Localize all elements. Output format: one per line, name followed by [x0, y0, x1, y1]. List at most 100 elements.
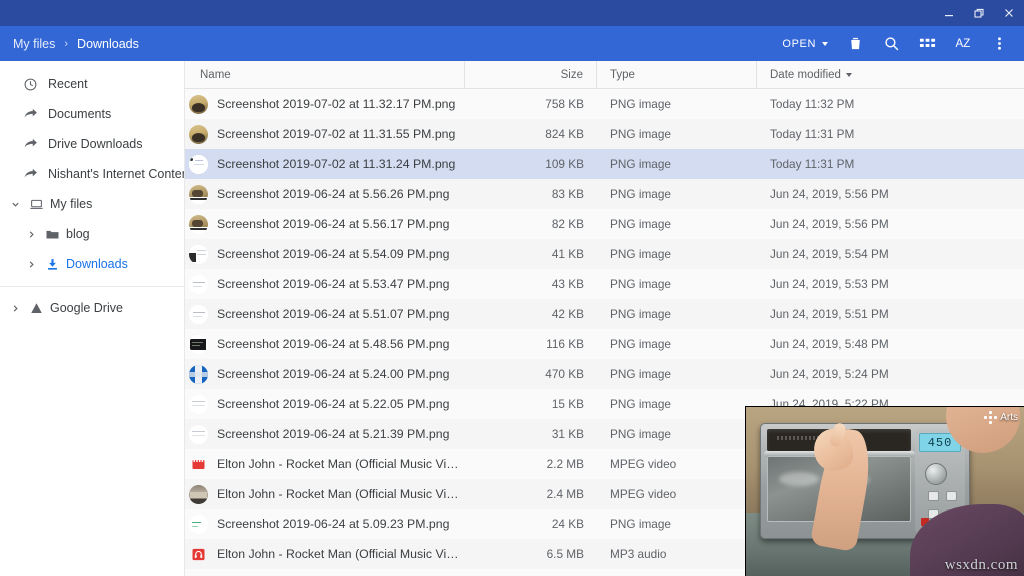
sort-az-icon[interactable]: AZ — [946, 27, 980, 61]
video-file-icon — [189, 457, 208, 472]
cell-date-modified: Jun 24, 2019, 5:48 PM — [757, 337, 1024, 351]
cell-type: PNG image — [597, 337, 757, 351]
delete-icon[interactable] — [838, 27, 872, 61]
cell-name: Screenshot 2019-07-02 at 11.31.24 PM.png — [185, 155, 465, 174]
sidebar-item-my-files[interactable]: My files — [0, 189, 184, 219]
table-row[interactable]: Screenshot 2019-06-24 at 5.48.56 PM.png1… — [185, 329, 1024, 359]
file-thumbnail-icon — [189, 245, 208, 264]
file-name-label: Screenshot 2019-06-24 at 5.09.23 PM.png — [217, 517, 449, 531]
video-preview-overlay[interactable]: 450 — [745, 406, 1024, 576]
chevron-right-icon[interactable] — [24, 260, 38, 269]
file-name-label: Elton John - Rocket Man (Official Music … — [217, 457, 465, 471]
cell-size: 758 KB — [465, 97, 597, 111]
grid-view-icon[interactable] — [910, 27, 944, 61]
column-header-size[interactable]: Size — [465, 61, 597, 89]
sidebar-item-documents[interactable]: Documents — [0, 99, 184, 129]
sidebar-item-label: Drive Downloads — [48, 137, 142, 151]
open-button[interactable]: OPEN — [772, 34, 836, 54]
folder-icon — [44, 226, 60, 242]
cell-type: PNG image — [597, 397, 757, 411]
cell-name: Screenshot 2019-06-24 at 5.53.47 PM.png — [185, 275, 465, 294]
file-list-header: Name Size Type Date modified — [185, 61, 1024, 89]
sidebar-item-label: Recent — [48, 77, 88, 91]
file-name-label: Screenshot 2019-07-02 at 11.31.55 PM.png — [217, 127, 455, 141]
cell-type: PNG image — [597, 277, 757, 291]
cell-size: 24 KB — [465, 517, 597, 531]
cell-type: PNG image — [597, 127, 757, 141]
table-row[interactable]: Screenshot 2019-07-02 at 11.31.24 PM.png… — [185, 149, 1024, 179]
file-name-label: Screenshot 2019-06-24 at 5.24.00 PM.png — [217, 367, 449, 381]
column-header-date-modified[interactable]: Date modified — [757, 61, 1024, 89]
close-icon[interactable] — [994, 0, 1024, 26]
cell-date-modified: Today 11:31 PM — [757, 127, 1024, 141]
minimize-icon[interactable] — [934, 0, 964, 26]
cell-size: 116 KB — [465, 337, 597, 351]
cell-size: 41 KB — [465, 247, 597, 261]
cell-date-modified: Today 11:31 PM — [757, 157, 1024, 171]
column-header-size-label: Size — [561, 69, 583, 81]
sidebar-item-recent[interactable]: Recent — [0, 69, 184, 99]
file-thumbnail-icon — [189, 365, 208, 384]
table-row[interactable]: Screenshot 2019-06-24 at 5.24.00 PM.png4… — [185, 359, 1024, 389]
file-thumbnail-icon — [189, 95, 208, 114]
table-row[interactable]: Screenshot 2019-07-02 at 11.31.55 PM.png… — [185, 119, 1024, 149]
sidebar-item-nishants-internet-content[interactable]: Nishant's Internet Content — [0, 159, 184, 189]
file-name-label: Screenshot 2019-06-24 at 5.21.39 PM.png — [217, 427, 449, 441]
sidebar-item-label: Downloads — [66, 257, 128, 271]
sidebar-item-downloads[interactable]: Downloads — [0, 249, 184, 279]
table-row[interactable]: Screenshot 2019-06-24 at 5.53.47 PM.png4… — [185, 269, 1024, 299]
cell-size: 31 KB — [465, 427, 597, 441]
sidebar-item-google-drive[interactable]: Google Drive — [0, 293, 184, 323]
search-icon[interactable] — [874, 27, 908, 61]
column-header-name-label: Name — [200, 69, 231, 81]
oven-knob — [925, 463, 947, 485]
table-row[interactable]: Screenshot 2019-06-24 at 5.54.09 PM.png 4… — [185, 239, 1024, 269]
cell-name: Screenshot 2019-06-24 at 5.56.26 PM.png — [185, 185, 465, 204]
files-app-window: My files › Downloads OPEN — [0, 0, 1024, 576]
chevron-down-icon[interactable] — [8, 200, 22, 209]
file-name-label: Screenshot 2019-06-24 at 5.56.17 PM.png — [217, 217, 449, 231]
table-row[interactable]: Screenshot 2019-06-24 at 5.51.07 PM.png4… — [185, 299, 1024, 329]
table-row[interactable]: Screenshot 2019-06-24 at 5.56.17 PM.png 8… — [185, 209, 1024, 239]
sidebar-divider — [0, 286, 184, 287]
cell-name: Screenshot 2019-06-24 at 5.54.09 PM.png — [185, 245, 465, 264]
sidebar: Recent Documents Drive Downloads — [0, 61, 185, 576]
cell-type: PNG image — [597, 157, 757, 171]
cell-type: MPEG video — [597, 487, 757, 501]
breadcrumb-item-my-files[interactable]: My files — [13, 37, 55, 51]
more-vertical-icon[interactable] — [982, 27, 1016, 61]
cell-size: 83 KB — [465, 187, 597, 201]
cell-date-modified: Jun 24, 2019, 5:56 PM — [757, 187, 1024, 201]
file-name-label: Screenshot 2019-06-24 at 5.53.47 PM.png — [217, 277, 449, 291]
window-title-bar — [0, 0, 1024, 26]
breadcrumb-item-downloads[interactable]: Downloads — [77, 37, 139, 51]
restore-icon[interactable] — [964, 0, 994, 26]
cell-name: Elton John - Rocket Man (Official Music … — [185, 485, 465, 504]
table-row[interactable]: Screenshot 2019-06-24 at 5.56.26 PM.png 8… — [185, 179, 1024, 209]
column-header-name[interactable]: Name — [185, 61, 465, 89]
column-header-type[interactable]: Type — [597, 61, 757, 89]
shortcut-arrow-icon — [22, 166, 38, 182]
file-thumbnail-icon — [189, 305, 208, 324]
table-row[interactable]: Screenshot 2019-07-02 at 11.32.17 PM.png… — [185, 89, 1024, 119]
breadcrumb: My files › Downloads — [0, 37, 772, 51]
cell-name: Screenshot 2019-06-24 at 5.21.39 PM.png — [185, 425, 465, 444]
file-name-label: Screenshot 2019-06-24 at 5.54.09 PM.png — [217, 247, 449, 261]
cell-date-modified: Jun 24, 2019, 5:24 PM — [757, 367, 1024, 381]
sidebar-item-blog[interactable]: blog — [0, 219, 184, 249]
cbc-arts-logo: Arts — [984, 411, 1018, 424]
cell-type: PNG image — [597, 307, 757, 321]
cell-name: Screenshot 2019-06-24 at 5.56.17 PM.png — [185, 215, 465, 234]
open-button-label: OPEN — [782, 38, 816, 50]
sidebar-item-drive-downloads[interactable]: Drive Downloads — [0, 129, 184, 159]
file-name-label: Screenshot 2019-06-24 at 5.56.26 PM.png — [217, 187, 449, 201]
shortcut-arrow-icon — [22, 106, 38, 122]
google-drive-icon — [28, 300, 44, 316]
chevron-right-icon[interactable] — [24, 230, 38, 239]
file-name-label: Screenshot 2019-07-02 at 11.31.24 PM.png — [217, 157, 455, 171]
file-thumbnail-icon — [189, 155, 208, 174]
file-name-label: Screenshot 2019-06-24 at 5.22.05 PM.png — [217, 397, 449, 411]
chevron-right-icon[interactable] — [8, 304, 22, 313]
chevron-down-icon — [822, 42, 828, 46]
cell-size: 82 KB — [465, 217, 597, 231]
